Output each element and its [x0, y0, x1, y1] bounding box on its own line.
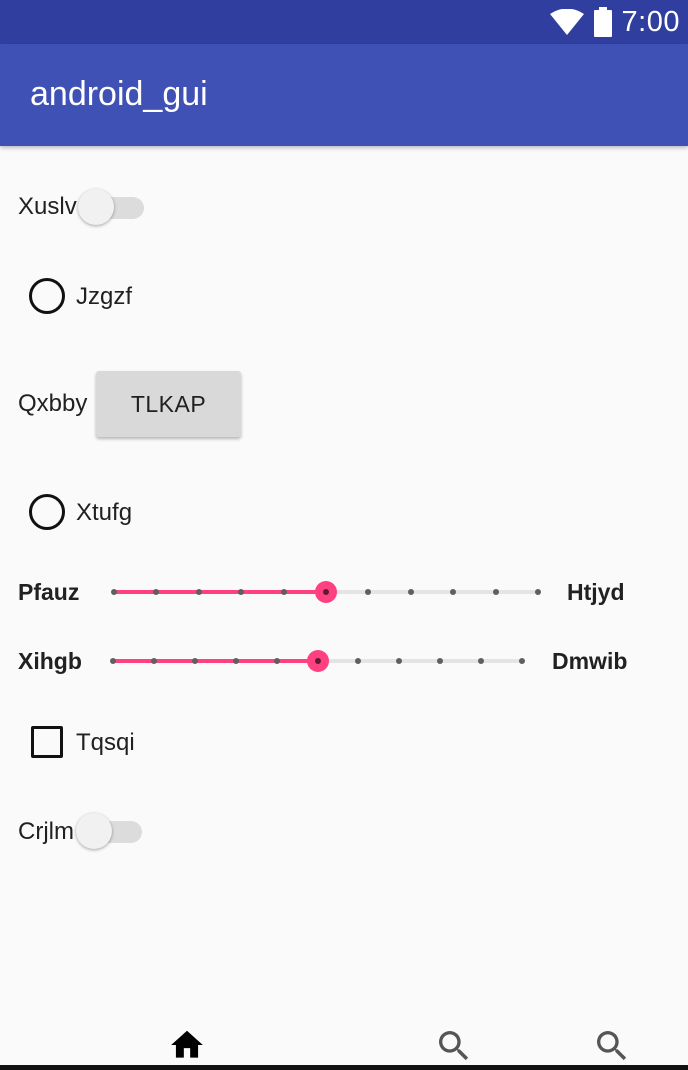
seekbar-tick: [365, 589, 372, 595]
radio-xtufg[interactable]: [29, 494, 65, 530]
nav-search-1[interactable]: [434, 1026, 474, 1066]
button-row-label: Qxbby: [18, 390, 88, 417]
app-bar: android_gui: [0, 44, 688, 146]
radio-label-jzgzf: Jzgzf: [76, 283, 133, 310]
battery-icon: [593, 7, 612, 37]
seekbar-pfauz[interactable]: [111, 580, 541, 604]
seekbar-tick: [111, 589, 117, 595]
seekbar-tick: [153, 589, 160, 595]
seekbar-tick: [195, 589, 202, 595]
seekbar-tick: [437, 658, 444, 664]
tlkap-button[interactable]: TLKAP: [96, 371, 241, 437]
seekbar-tick: [492, 589, 499, 595]
switch-thumb: [76, 813, 112, 849]
switch-thumb: [78, 189, 114, 225]
nav-search-2[interactable]: [592, 1026, 632, 1066]
seekbar-xihgb[interactable]: [110, 649, 525, 673]
slider-right-label-dmwib: Dmwib: [552, 648, 628, 674]
slider-left-label-pfauz: Pfauz: [18, 579, 80, 605]
bottom-navigation: [0, 1010, 688, 1070]
seekbar-tick: [450, 589, 457, 595]
radio-label-xtufg: Xtufg: [76, 499, 133, 526]
system-navigation-bar: [0, 1065, 688, 1070]
seekbar-thumb[interactable]: [306, 650, 329, 672]
radio-jzgzf[interactable]: [29, 278, 65, 314]
switch-xuslv[interactable]: [78, 186, 146, 226]
seekbar-tick: [280, 589, 287, 595]
seekbar-tick: [273, 658, 280, 664]
seekbar-tick: [238, 589, 245, 595]
switch-label-xuslv: Xuslv: [18, 193, 77, 220]
status-time: 7:00: [621, 5, 680, 38]
search-icon: [597, 1031, 627, 1061]
switch-crjlm[interactable]: [76, 810, 144, 850]
seekbar-tick: [478, 658, 485, 664]
status-bar: 7:00: [0, 0, 688, 44]
nav-home[interactable]: [168, 1026, 208, 1066]
wifi-icon: [549, 9, 584, 35]
seekbar-tick: [355, 658, 362, 664]
app-title: android_gui: [30, 75, 208, 113]
seekbar-tick: [191, 658, 198, 664]
slider-left-label-xihgb: Xihgb: [18, 648, 82, 674]
seekbar-progress: [114, 590, 326, 594]
switch-label-crjlm: Crjlm: [18, 818, 74, 845]
checkbox-tqsqi[interactable]: [31, 726, 63, 758]
slider-right-label-htjyd: Htjyd: [567, 579, 625, 605]
seekbar-tick: [396, 658, 403, 664]
seekbar-tick: [150, 658, 157, 664]
seekbar-progress: [113, 659, 318, 663]
seekbar-thumb[interactable]: [315, 581, 337, 603]
checkbox-label-tqsqi: Tqsqi: [76, 729, 135, 756]
seekbar-tick: [519, 658, 525, 664]
seekbar-tick: [407, 589, 414, 595]
seekbar-tick: [232, 658, 239, 664]
seekbar-tick: [535, 589, 541, 595]
home-icon: [171, 1030, 203, 1058]
seekbar-tick: [110, 658, 116, 664]
search-icon: [439, 1031, 469, 1061]
